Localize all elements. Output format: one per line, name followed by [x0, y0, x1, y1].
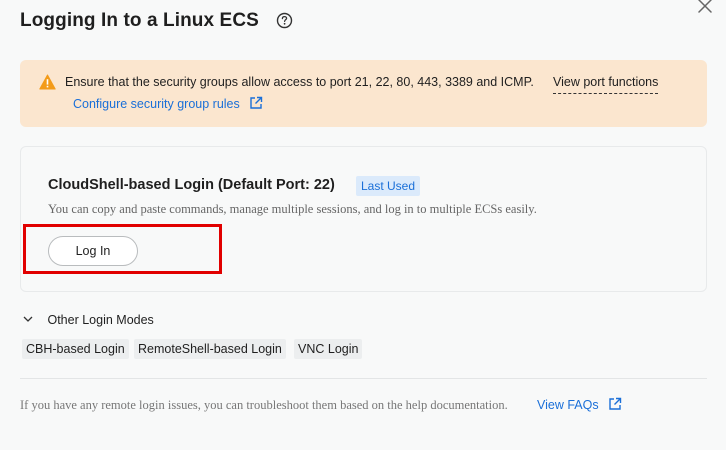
other-login-modes-label: Other Login Modes: [47, 313, 154, 327]
chevron-down-icon: [23, 316, 33, 322]
cloudshell-login-title: CloudShell-based Login (Default Port: 22…: [48, 177, 335, 193]
help-icon[interactable]: [276, 12, 293, 29]
vnc-login-option[interactable]: VNC Login: [294, 339, 363, 359]
help-footer-text: If you have any remote login issues, you…: [20, 398, 508, 412]
view-faqs-link[interactable]: View FAQs: [537, 397, 622, 412]
configure-link-label: Configure security group rules: [73, 97, 240, 111]
cloudshell-description: You can copy and paste commands, manage …: [48, 202, 537, 216]
dialog-title: Logging In to a Linux ECS: [20, 10, 259, 31]
view-faqs-label: View FAQs: [537, 398, 599, 412]
highlight-annotation: [23, 224, 222, 274]
external-link-icon: [250, 96, 263, 109]
view-port-functions-link[interactable]: View port functions: [553, 75, 659, 94]
alert-message: Ensure that the security groups allow ac…: [65, 75, 534, 89]
close-icon[interactable]: [696, 0, 714, 15]
cbh-login-option[interactable]: CBH-based Login: [22, 339, 129, 359]
divider: [20, 378, 707, 379]
external-link-icon: [609, 397, 622, 410]
security-group-alert: Ensure that the security groups allow ac…: [20, 60, 707, 127]
configure-security-group-link[interactable]: Configure security group rules: [73, 96, 263, 111]
warning-icon: [39, 74, 56, 90]
remoteshell-login-option[interactable]: RemoteShell-based Login: [134, 339, 286, 359]
last-used-badge: Last Used: [356, 176, 421, 196]
other-login-modes-toggle[interactable]: Other Login Modes: [22, 313, 154, 327]
